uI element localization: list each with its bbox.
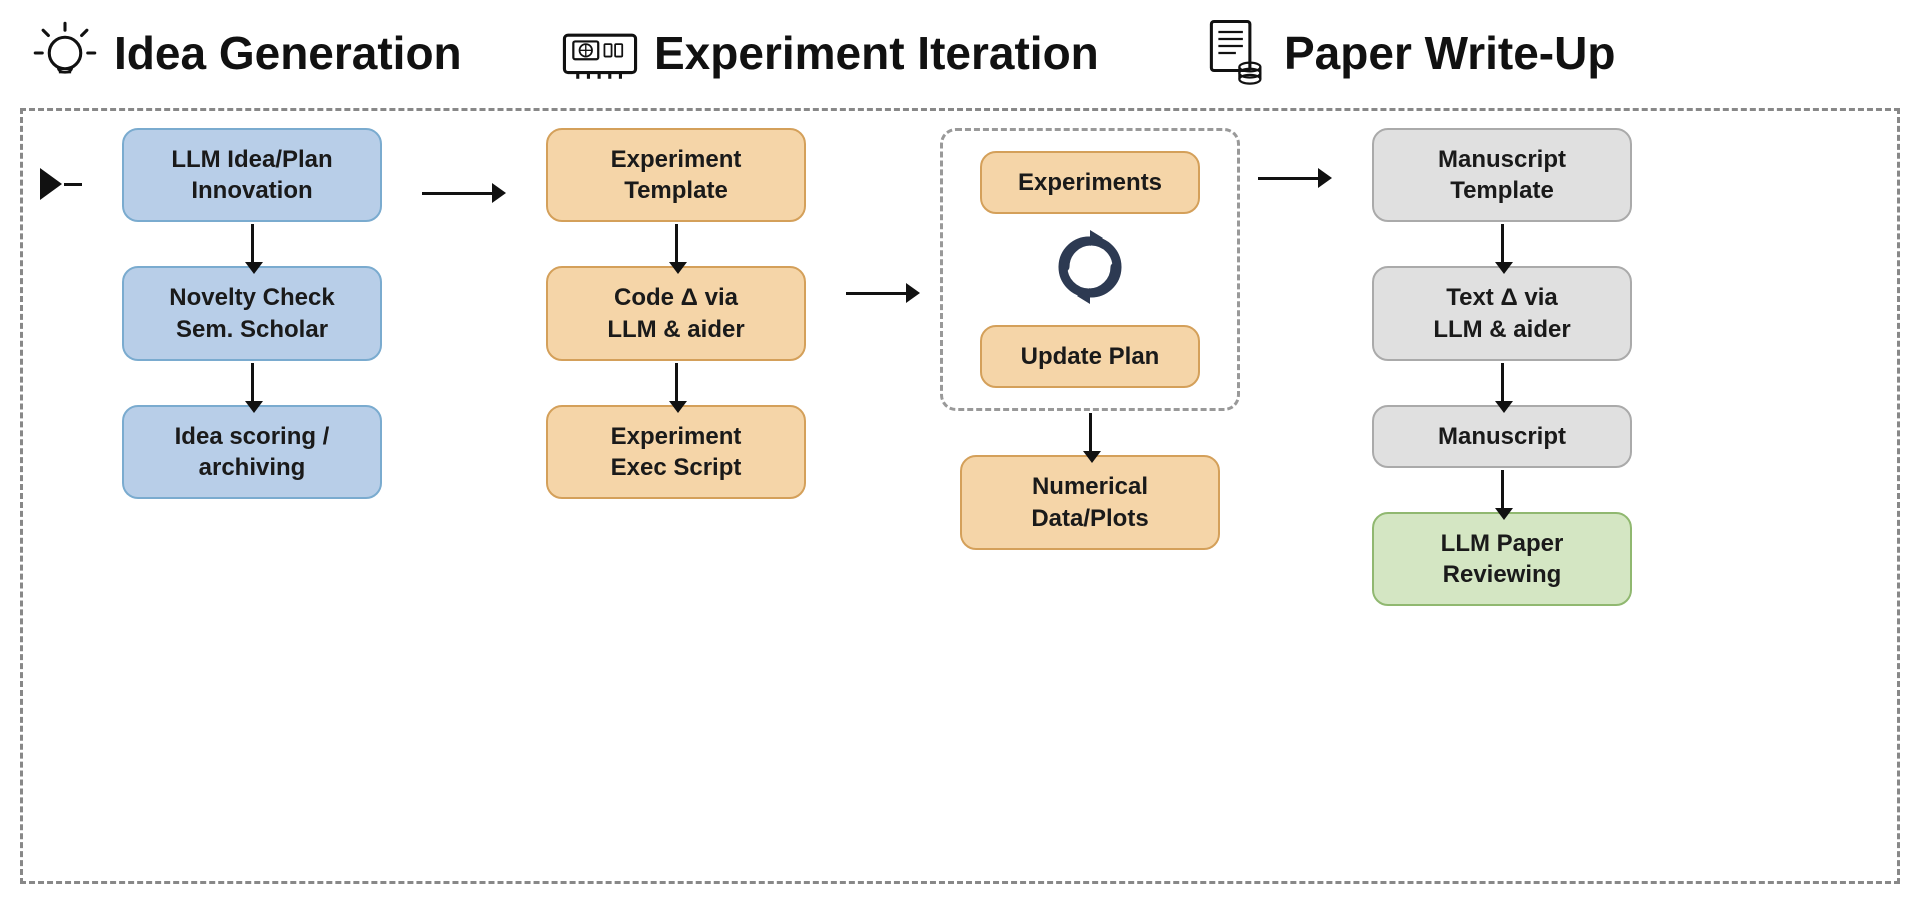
exp-template-label: ExperimentTemplate <box>611 146 742 204</box>
manuscript-template-box: ManuscriptTemplate <box>1372 128 1632 222</box>
section-experiment-iteration: Experiment Iteration <box>500 18 1140 88</box>
numerical-data-label: NumericalData/Plots <box>1031 473 1148 531</box>
paper-writeup-title: Paper Write-Up <box>1284 26 1615 80</box>
experiments-label: Experiments <box>1018 169 1162 196</box>
arrow-down-4b <box>1501 363 1504 403</box>
llm-reviewing-box: LLM PaperReviewing <box>1372 512 1632 606</box>
llm-idea-box: LLM Idea/PlanInnovation <box>122 128 382 222</box>
idea-generation-title: Idea Generation <box>114 26 462 80</box>
iteration-dashed-box: Experiments Update Plan <box>940 128 1240 411</box>
numerical-data-box: NumericalData/Plots <box>960 455 1220 549</box>
update-plan-box: Update Plan <box>980 325 1200 388</box>
llm-reviewing-label: LLM PaperReviewing <box>1441 530 1564 588</box>
arrow-down-3 <box>1089 413 1092 453</box>
idea-scoring-label: Idea scoring /archiving <box>175 423 330 481</box>
h-arrow-1-2 <box>422 183 506 203</box>
code-delta-box: Code Δ viaLLM & aider <box>546 266 806 360</box>
section-idea-generation: Idea Generation <box>30 18 500 88</box>
start-hline <box>64 183 82 186</box>
idea-column: LLM Idea/PlanInnovation Novelty CheckSem… <box>92 108 412 499</box>
gpu-icon <box>560 18 640 88</box>
main-container: Idea Generation Experiment Iter <box>0 0 1920 904</box>
arrow-down-4a <box>1501 224 1504 264</box>
novelty-check-label: Novelty CheckSem. Scholar <box>169 284 334 342</box>
h-arrow-3-4 <box>1258 168 1332 188</box>
exp-exec-label: ExperimentExec Script <box>611 423 742 481</box>
arrow-down-2a <box>675 224 678 264</box>
h-arrow-2-3 <box>846 283 920 303</box>
paper-column: ManuscriptTemplate Text Δ viaLLM & aider… <box>1342 108 1662 606</box>
text-delta-box: Text Δ viaLLM & aider <box>1372 266 1632 360</box>
update-plan-label: Update Plan <box>1021 343 1160 370</box>
text-delta-label: Text Δ viaLLM & aider <box>1433 284 1570 342</box>
code-delta-label: Code Δ viaLLM & aider <box>607 284 744 342</box>
idea-scoring-box: Idea scoring /archiving <box>122 405 382 499</box>
arrow-down-1b <box>251 363 254 403</box>
experiments-box: Experiments <box>980 151 1200 214</box>
header-row: Idea Generation Experiment Iter <box>0 0 1920 98</box>
cycle-icon-container <box>1045 222 1135 317</box>
llm-idea-label: LLM Idea/PlanInnovation <box>171 146 332 204</box>
manuscript-template-label: ManuscriptTemplate <box>1438 146 1566 204</box>
start-arrowhead <box>40 168 62 200</box>
paper-icon <box>1200 18 1270 88</box>
flow-area: LLM Idea/PlanInnovation Novelty CheckSem… <box>0 98 1920 904</box>
novelty-check-box: Novelty CheckSem. Scholar <box>122 266 382 360</box>
iteration-column: Experiments Update Plan <box>930 108 1250 550</box>
bulb-icon <box>30 18 100 88</box>
exp-template-box: ExperimentTemplate <box>546 128 806 222</box>
arrow-down-4c <box>1501 470 1504 510</box>
section-paper-writeup: Paper Write-Up <box>1140 18 1890 88</box>
arrow-down-1a <box>251 224 254 264</box>
experiment-column: ExperimentTemplate Code Δ viaLLM & aider… <box>516 108 836 499</box>
cycle-icon <box>1045 222 1135 312</box>
start-arrow <box>40 168 82 200</box>
experiment-iteration-title: Experiment Iteration <box>654 26 1099 80</box>
exp-exec-box: ExperimentExec Script <box>546 405 806 499</box>
manuscript-label: Manuscript <box>1438 423 1566 450</box>
arrow-down-2b <box>675 363 678 403</box>
manuscript-box: Manuscript <box>1372 405 1632 468</box>
